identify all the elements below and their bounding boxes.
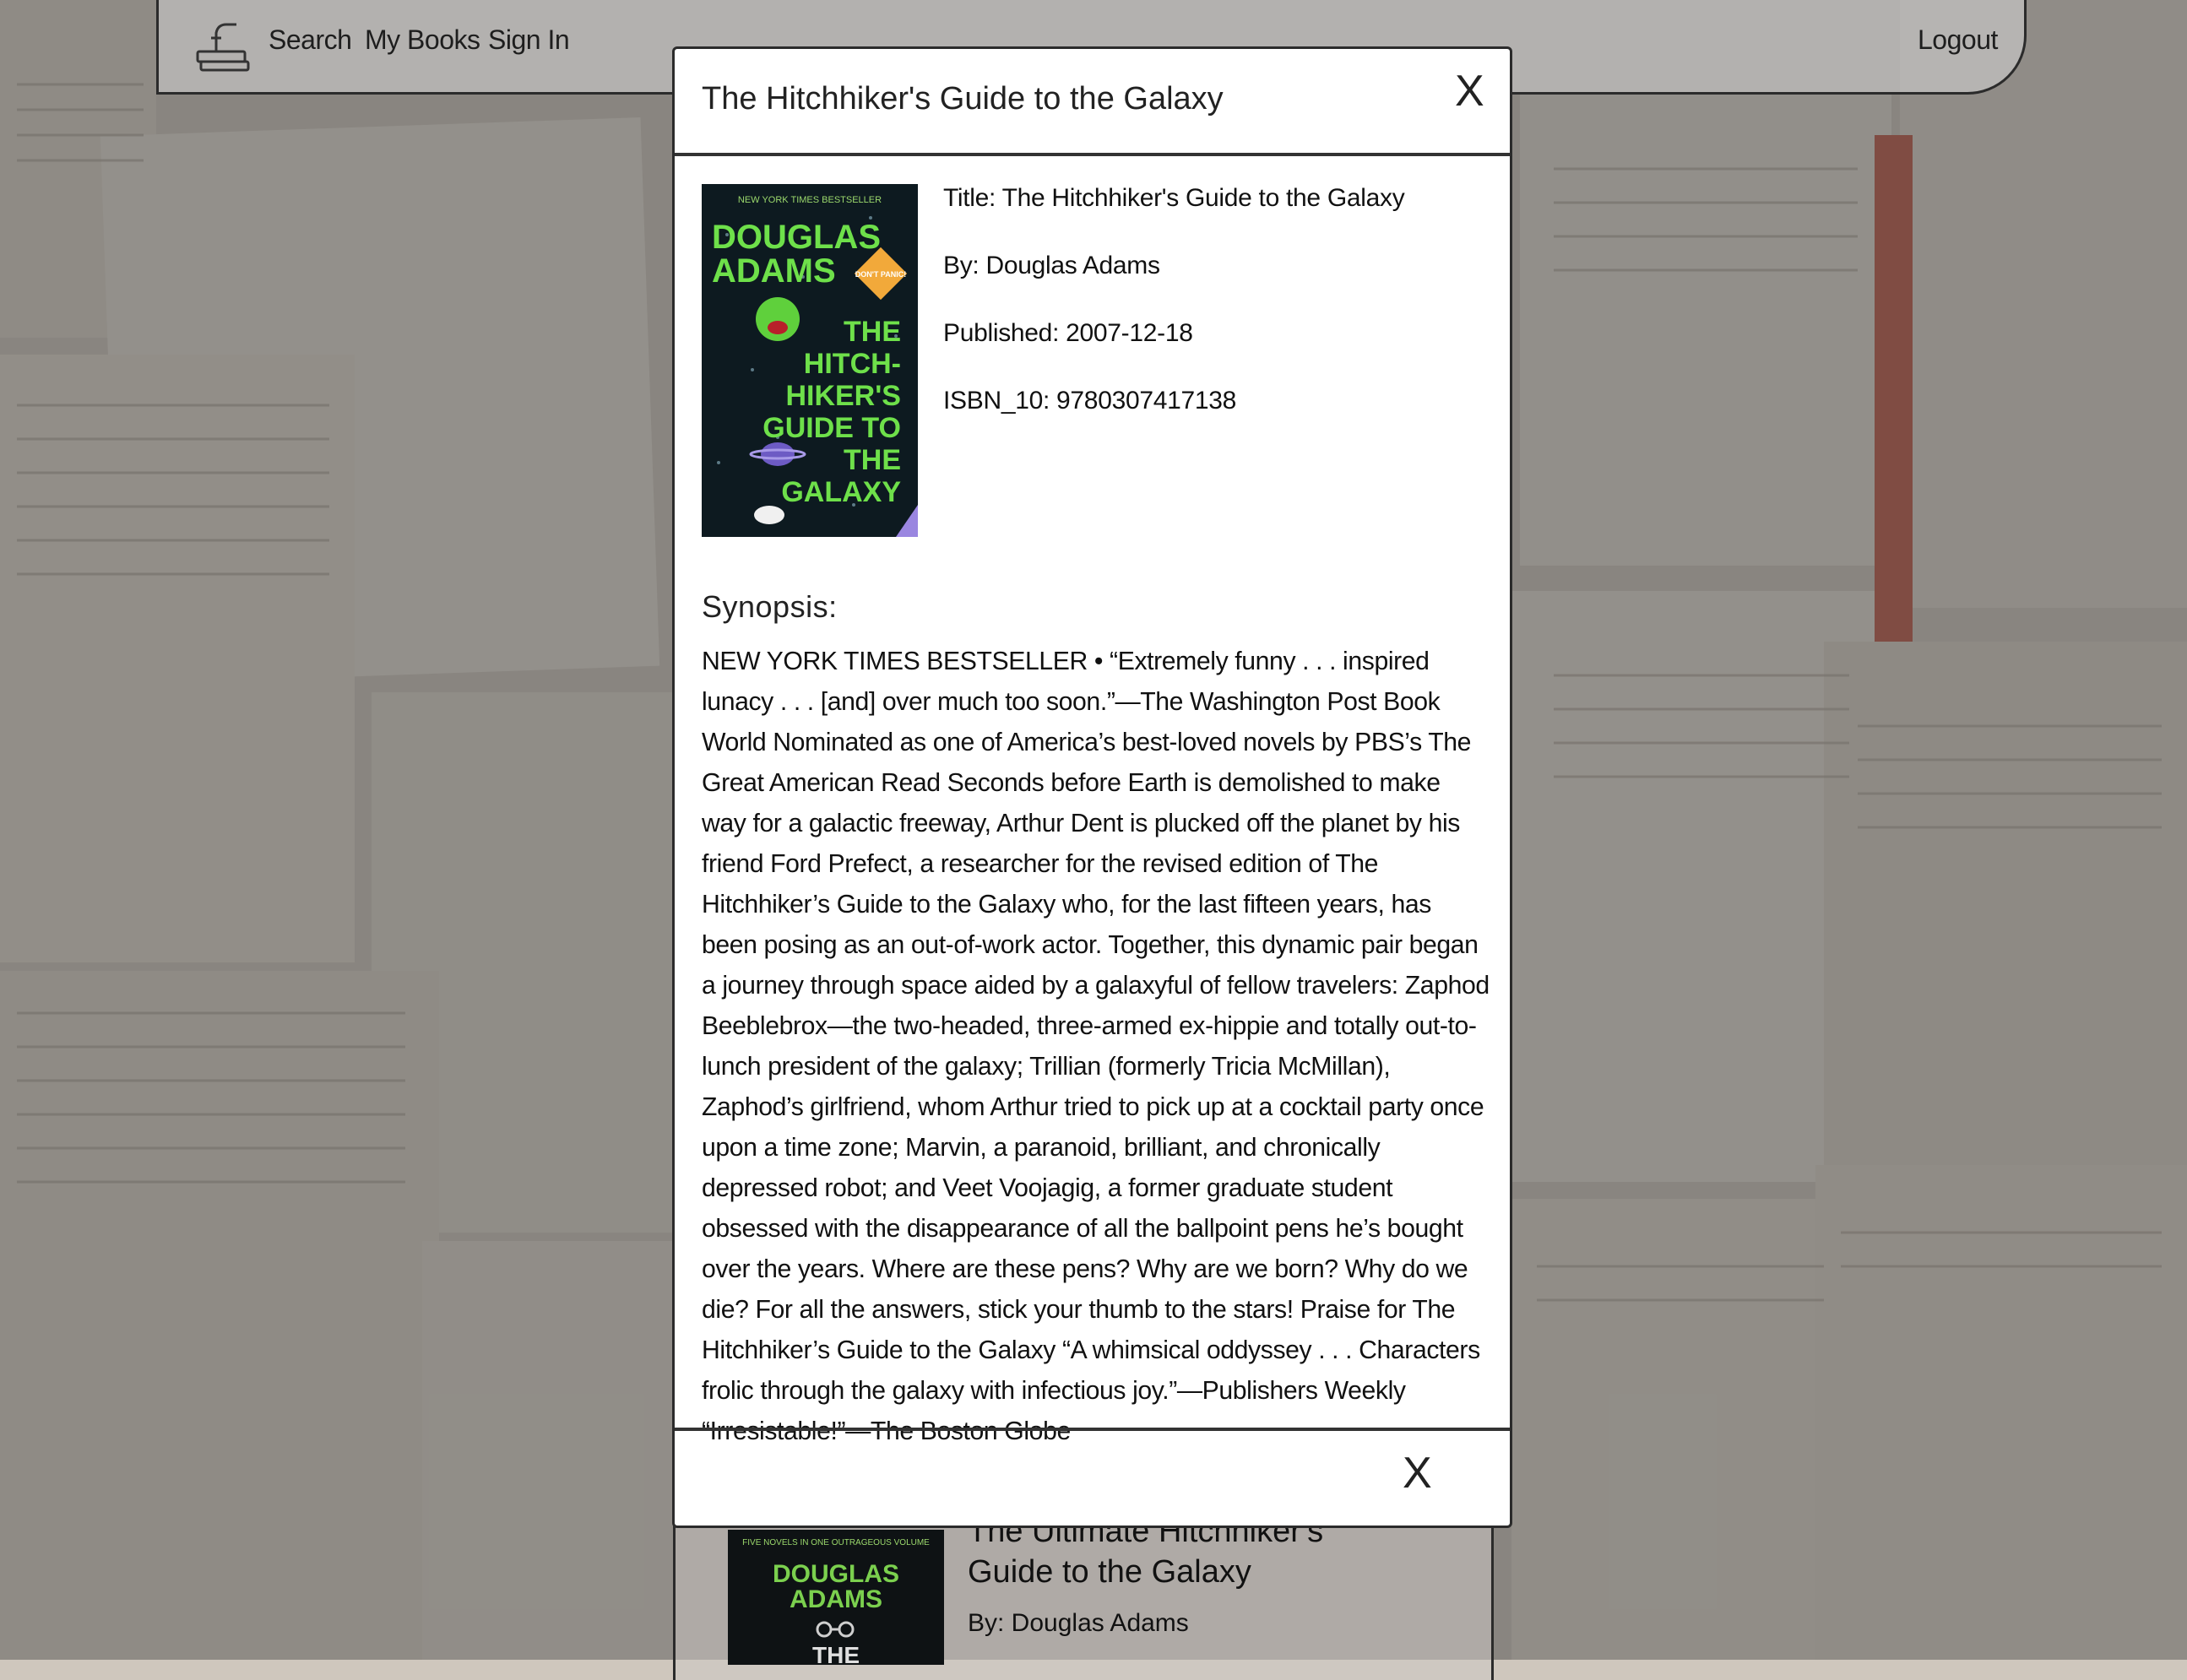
nav-logout-link[interactable]: Logout	[1918, 24, 1998, 56]
close-button-footer[interactable]: X	[1403, 1448, 1432, 1498]
synopsis-heading: Synopsis:	[702, 589, 838, 624]
book-author-detail: By: Douglas Adams	[943, 252, 1160, 279]
modal-title: The Hitchhiker's Guide to the Galaxy	[702, 81, 1224, 117]
svg-text:ADAMS: ADAMS	[790, 1585, 882, 1613]
book-details-modal: The Hitchhiker's Guide to the Galaxy X N…	[672, 46, 1512, 1528]
synopsis-text: NEW YORK TIMES BESTSELLER • “Extremely f…	[702, 648, 1490, 1445]
svg-text:HIKER'S: HIKER'S	[785, 380, 901, 412]
svg-text:THE: THE	[812, 1642, 860, 1665]
nav-my-books-link[interactable]: My Books	[365, 24, 480, 56]
svg-text:DOUGLAS: DOUGLAS	[773, 1560, 899, 1588]
svg-text:GUIDE TO: GUIDE TO	[762, 412, 901, 444]
svg-text:GALAXY: GALAXY	[781, 476, 901, 508]
book-cover-image: NEW YORK TIMES BESTSELLER DOUGLAS ADAMS …	[702, 184, 918, 537]
book-published-detail: Published: 2007-12-18	[943, 319, 1193, 347]
svg-text:NEW YORK TIMES BESTSELLER: NEW YORK TIMES BESTSELLER	[738, 195, 882, 205]
svg-text:THE: THE	[844, 316, 901, 348]
svg-text:HITCH-: HITCH-	[804, 348, 901, 380]
modal-header: The Hitchhiker's Guide to the Galaxy X	[675, 49, 1510, 156]
svg-text:ADAMS: ADAMS	[712, 252, 836, 290]
svg-text:DON'T PANIC!: DON'T PANIC!	[855, 270, 906, 279]
svg-text:DOUGLAS: DOUGLAS	[712, 219, 881, 256]
modal-footer: X	[675, 1428, 1510, 1526]
books-logo-icon[interactable]	[193, 18, 253, 77]
book-card-author: By: Douglas Adams	[968, 1609, 1189, 1637]
close-button[interactable]: X	[1455, 66, 1484, 117]
book-card-cover: FIVE NOVELS IN ONE OUTRAGEOUS VOLUME DOU…	[728, 1530, 944, 1665]
book-isbn-detail: ISBN_10: 9780307417138	[943, 387, 1237, 415]
svg-text:FIVE NOVELS IN ONE OUTRAGEOUS: FIVE NOVELS IN ONE OUTRAGEOUS VOLUME	[742, 1538, 930, 1547]
nav-search-link[interactable]: Search	[269, 24, 352, 56]
book-title-detail: Title: The Hitchhiker's Guide to the Gal…	[943, 184, 1405, 212]
nav-sign-in-link[interactable]: Sign In	[488, 24, 570, 56]
svg-text:THE: THE	[844, 444, 901, 476]
